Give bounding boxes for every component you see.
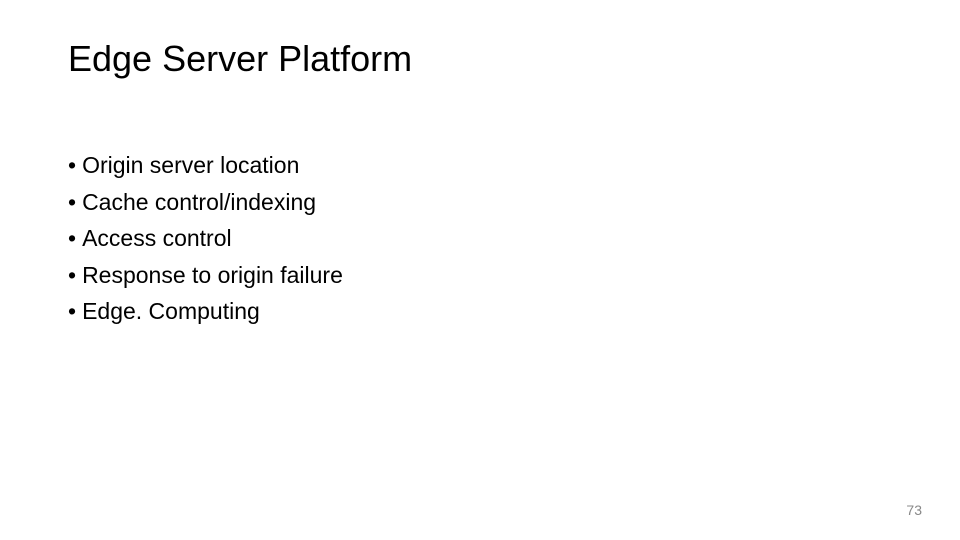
bullet-icon: • <box>68 225 76 251</box>
list-item: •Response to origin failure <box>68 258 343 293</box>
page-number: 73 <box>906 502 922 518</box>
bullet-icon: • <box>68 262 76 288</box>
list-item: •Cache control/indexing <box>68 185 343 220</box>
bullet-text: Origin server location <box>82 152 299 178</box>
bullet-text: Edge. Computing <box>82 298 260 324</box>
bullet-icon: • <box>68 152 76 178</box>
bullet-icon: • <box>68 298 76 324</box>
list-item: •Access control <box>68 221 343 256</box>
bullet-list: •Origin server location •Cache control/i… <box>68 148 343 331</box>
slide-title: Edge Server Platform <box>68 38 412 80</box>
list-item: •Origin server location <box>68 148 343 183</box>
bullet-text: Cache control/indexing <box>82 189 316 215</box>
bullet-icon: • <box>68 189 76 215</box>
bullet-text: Response to origin failure <box>82 262 343 288</box>
list-item: •Edge. Computing <box>68 294 343 329</box>
bullet-text: Access control <box>82 225 232 251</box>
